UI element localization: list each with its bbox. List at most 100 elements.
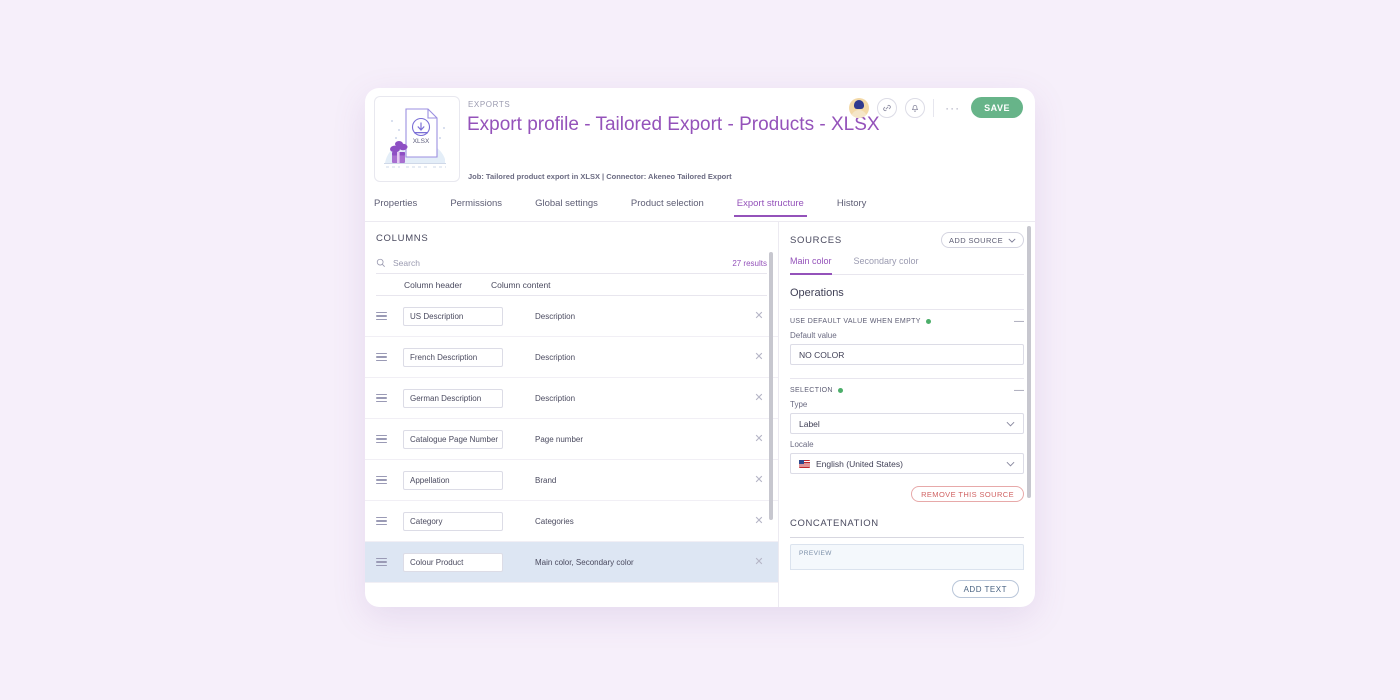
table-row[interactable]: Colour Product Main color, Secondary colo…: [365, 542, 778, 583]
sources-panel: SOURCES ADD SOURCE Main color Secondary …: [779, 222, 1035, 607]
column-content-cell: Brand: [535, 475, 557, 485]
default-value-operation-header[interactable]: USE DEFAULT VALUE WHEN EMPTY —: [779, 310, 1035, 326]
add-source-button[interactable]: ADD SOURCE: [940, 232, 1024, 248]
search-row[interactable]: Search 27 results: [376, 253, 767, 274]
remove-column-icon[interactable]: ✕: [751, 310, 767, 322]
remove-column-icon[interactable]: ✕: [751, 351, 767, 363]
table-row[interactable]: French Description Description ✕: [365, 337, 778, 378]
app-window: XLSX EXPORTS Export profile - Tailored E…: [365, 88, 1035, 607]
chevron-down-icon: [1006, 419, 1015, 429]
locale-field-label: Locale: [790, 440, 814, 449]
column-content-cell: Page number: [535, 434, 584, 444]
chevron-glyph: [1006, 421, 1015, 427]
job-connector-info: Job: Tailored product export in XLSX | C…: [468, 172, 732, 181]
drag-handle-icon[interactable]: [376, 516, 396, 526]
locale-select[interactable]: English (United States): [790, 453, 1024, 474]
sources-header: SOURCES ADD SOURCE: [779, 222, 1035, 248]
collapse-default-value-button[interactable]: —: [1014, 316, 1024, 326]
chevron-down-icon: [1008, 238, 1016, 243]
xlsx-illustration-icon: XLSX: [384, 108, 446, 168]
tab-history[interactable]: History: [837, 198, 884, 216]
drag-handle-icon[interactable]: [376, 393, 396, 403]
tab-permissions[interactable]: Permissions: [450, 198, 519, 216]
sources-scrollbar[interactable]: [1027, 226, 1031, 498]
default-value-field-label: Default value: [790, 331, 837, 340]
locale-select-value: English (United States): [816, 458, 903, 469]
column-header-input[interactable]: Appellation: [403, 470, 503, 490]
remove-column-icon[interactable]: ✕: [751, 392, 767, 404]
remove-column-icon[interactable]: ✕: [751, 474, 767, 486]
search-input[interactable]: Search: [393, 258, 725, 268]
column-content-cell: Description: [535, 393, 576, 403]
collapse-selection-button[interactable]: —: [1014, 385, 1024, 395]
tab-global-settings[interactable]: Global settings: [535, 198, 615, 216]
columns-scrollbar[interactable]: [769, 252, 773, 520]
type-select[interactable]: Label: [790, 413, 1024, 434]
column-content-cell: Main color, Secondary color: [535, 557, 634, 567]
add-text-button[interactable]: ADD TEXT: [951, 580, 1019, 598]
column-header-input[interactable]: Colour Product: [403, 552, 503, 572]
column-header-input[interactable]: French Description: [403, 347, 503, 367]
columns-table-header: Column header Column content: [376, 274, 767, 296]
avatar[interactable]: [849, 97, 870, 118]
remove-column-icon[interactable]: ✕: [751, 433, 767, 445]
link-icon[interactable]: [877, 97, 898, 118]
table-row[interactable]: US Description Description ✕: [365, 296, 778, 337]
main-content: COLUMNS Search 27 results Column header …: [365, 222, 1035, 607]
concatenation-divider: [790, 537, 1024, 538]
results-count: 27 results: [732, 258, 767, 268]
source-tab-secondary-color[interactable]: Secondary color: [854, 256, 919, 274]
chevron-down-icon: [1006, 459, 1015, 469]
tab-bar: Properties Permissions Global settings P…: [365, 198, 1035, 222]
tab-export-structure[interactable]: Export structure: [733, 198, 821, 217]
selection-operation-label: SELECTION: [790, 387, 833, 394]
tab-product-selection[interactable]: Product selection: [631, 198, 721, 216]
table-row[interactable]: Category Categories ✕: [365, 501, 778, 542]
column-header-input[interactable]: US Description: [403, 306, 503, 326]
bell-icon[interactable]: [905, 97, 926, 118]
drag-handle-icon[interactable]: [376, 557, 396, 567]
drag-handle-icon[interactable]: [376, 434, 396, 444]
tab-properties[interactable]: Properties: [374, 198, 434, 216]
default-value-input-value: NO COLOR: [799, 349, 845, 360]
type-field-label: Type: [790, 400, 808, 409]
search-icon: [376, 258, 385, 267]
table-row[interactable]: German Description Description ✕: [365, 378, 778, 419]
drag-handle-icon[interactable]: [376, 475, 396, 485]
default-value-input[interactable]: NO COLOR: [790, 344, 1024, 365]
remove-source-row: REMOVE THIS SOURCE: [779, 474, 1035, 502]
type-select-value: Label: [799, 418, 820, 429]
remove-source-button[interactable]: REMOVE THIS SOURCE: [911, 486, 1024, 502]
page-title: Export profile - Tailored Export - Produ…: [467, 114, 880, 135]
source-tab-main-color[interactable]: Main color: [790, 256, 832, 275]
column-header-input[interactable]: German Description: [403, 388, 503, 408]
more-actions-button[interactable]: ···: [942, 102, 963, 114]
remove-column-icon[interactable]: ✕: [751, 515, 767, 527]
divider: [933, 98, 935, 117]
link-glyph: [883, 104, 891, 111]
default-value-operation-label: USE DEFAULT VALUE WHEN EMPTY: [790, 318, 921, 325]
table-row[interactable]: Catalogue Page Number Page number ✕: [365, 419, 778, 460]
breadcrumb[interactable]: EXPORTS: [468, 100, 510, 109]
drag-handle-icon[interactable]: [376, 311, 396, 321]
status-dot-enabled: [925, 319, 931, 324]
column-content-cell: Categories: [535, 516, 574, 526]
page-header: XLSX EXPORTS Export profile - Tailored E…: [365, 88, 1035, 198]
selection-operation-header[interactable]: SELECTION —: [779, 379, 1035, 395]
source-tab-bar: Main color Secondary color: [790, 256, 1024, 275]
drag-handle-icon[interactable]: [376, 352, 396, 362]
column-header-input[interactable]: Catalogue Page Number: [403, 429, 503, 449]
preview-label: PREVIEW: [799, 550, 832, 557]
chevron-glyph: [1006, 461, 1015, 467]
header-actions: ··· SAVE: [849, 97, 1023, 118]
column-content-cell: Description: [535, 311, 576, 321]
remove-column-icon[interactable]: ✕: [751, 556, 767, 568]
save-button[interactable]: SAVE: [971, 97, 1023, 118]
table-row[interactable]: Appellation Brand ✕: [365, 460, 778, 501]
status-dot-enabled: [837, 388, 843, 393]
column-header-input[interactable]: Category: [403, 511, 503, 531]
export-thumbnail: XLSX: [374, 96, 460, 182]
th-column-header: Column header: [404, 279, 463, 290]
concatenation-title: CONCATENATION: [790, 518, 879, 529]
concatenation-preview: PREVIEW: [790, 544, 1024, 570]
